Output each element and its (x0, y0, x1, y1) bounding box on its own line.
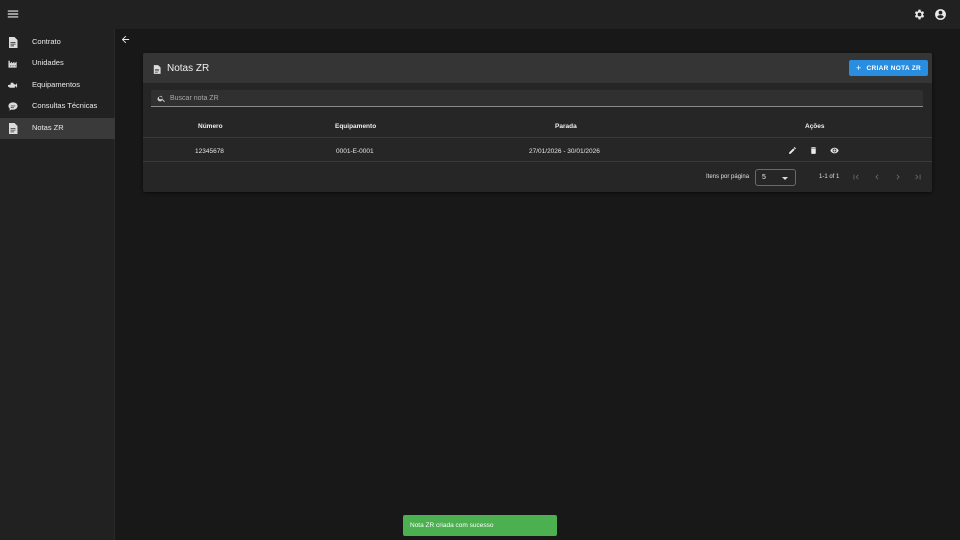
arrow-left-icon[interactable] (120, 34, 131, 45)
cell-numero: 12345678 (195, 148, 224, 155)
search-field (151, 90, 923, 107)
create-nota-zr-button[interactable]: + CRIAR NOTA ZR (849, 60, 928, 76)
last-page-icon[interactable] (913, 172, 923, 182)
file-document-icon (9, 37, 18, 48)
pagination: Itens por página 5 1-1 of 1 (143, 163, 932, 192)
items-per-page-select[interactable]: 5 (755, 169, 796, 186)
pump-icon (8, 82, 18, 88)
column-header-equipamento[interactable]: Equipamento (335, 123, 376, 130)
column-header-numero[interactable]: Número (198, 123, 223, 130)
success-snackbar: Nota ZR criada com sucesso (403, 515, 557, 536)
card-header: Notas ZR + CRIAR NOTA ZR (143, 53, 932, 83)
first-page-icon[interactable] (851, 172, 861, 182)
eye-icon[interactable] (830, 146, 839, 155)
sidebar-item-label: Unidades (32, 58, 64, 67)
gear-icon[interactable] (913, 8, 926, 21)
sidebar: Contrato Unidades Equipamentos Consultas… (0, 29, 115, 540)
sidebar-item-unidades[interactable]: Unidades (0, 53, 115, 74)
file-document-icon (9, 123, 18, 134)
column-header-acoes: Ações (805, 123, 825, 130)
search-icon (157, 95, 165, 103)
notas-zr-card: Notas ZR + CRIAR NOTA ZR Número Equipame… (143, 53, 932, 192)
chat-bubble-icon (8, 102, 18, 111)
page-title: Notas ZR (167, 63, 210, 74)
cell-equipamento: 0001-E-0001 (336, 148, 374, 155)
top-app-bar (0, 0, 960, 29)
previous-page-icon[interactable] (872, 172, 882, 182)
items-per-page-label: Itens por página (706, 174, 750, 180)
account-circle-icon[interactable] (934, 8, 947, 21)
sidebar-item-label: Equipamentos (32, 80, 80, 89)
create-button-label: CRIAR NOTA ZR (866, 64, 921, 72)
menu-icon[interactable] (6, 7, 20, 21)
search-input[interactable] (170, 90, 910, 106)
sidebar-item-equipamentos[interactable]: Equipamentos (0, 75, 115, 96)
cell-parada: 27/01/2026 - 30/01/2026 (529, 148, 600, 155)
column-header-parada[interactable]: Parada (555, 123, 577, 130)
plus-icon: + (855, 63, 862, 73)
pagination-range: 1-1 of 1 (819, 174, 840, 180)
caret-down-icon (782, 177, 788, 180)
sidebar-item-label: Notas ZR (32, 123, 64, 132)
sidebar-item-contrato[interactable]: Contrato (0, 32, 115, 53)
table-header: Número Equipamento Parada Ações (143, 115, 932, 138)
main-content: Notas ZR + CRIAR NOTA ZR Número Equipame… (115, 29, 960, 540)
next-page-icon[interactable] (893, 172, 903, 182)
snackbar-message: Nota ZR criada com sucesso (410, 522, 494, 529)
sidebar-item-notas-zr[interactable]: Notas ZR (0, 118, 115, 139)
sidebar-item-label: Consultas Técnicas (32, 101, 98, 110)
trash-icon[interactable] (809, 146, 818, 155)
items-per-page-value: 5 (762, 174, 766, 181)
sidebar-item-label: Contrato (32, 37, 61, 46)
pencil-icon[interactable] (788, 146, 797, 155)
file-document-icon (153, 65, 161, 74)
sidebar-item-consultas-tecnicas[interactable]: Consultas Técnicas (0, 96, 115, 117)
table-row: 12345678 0001-E-0001 27/01/2026 - 30/01/… (143, 139, 932, 162)
factory-icon (8, 60, 17, 68)
